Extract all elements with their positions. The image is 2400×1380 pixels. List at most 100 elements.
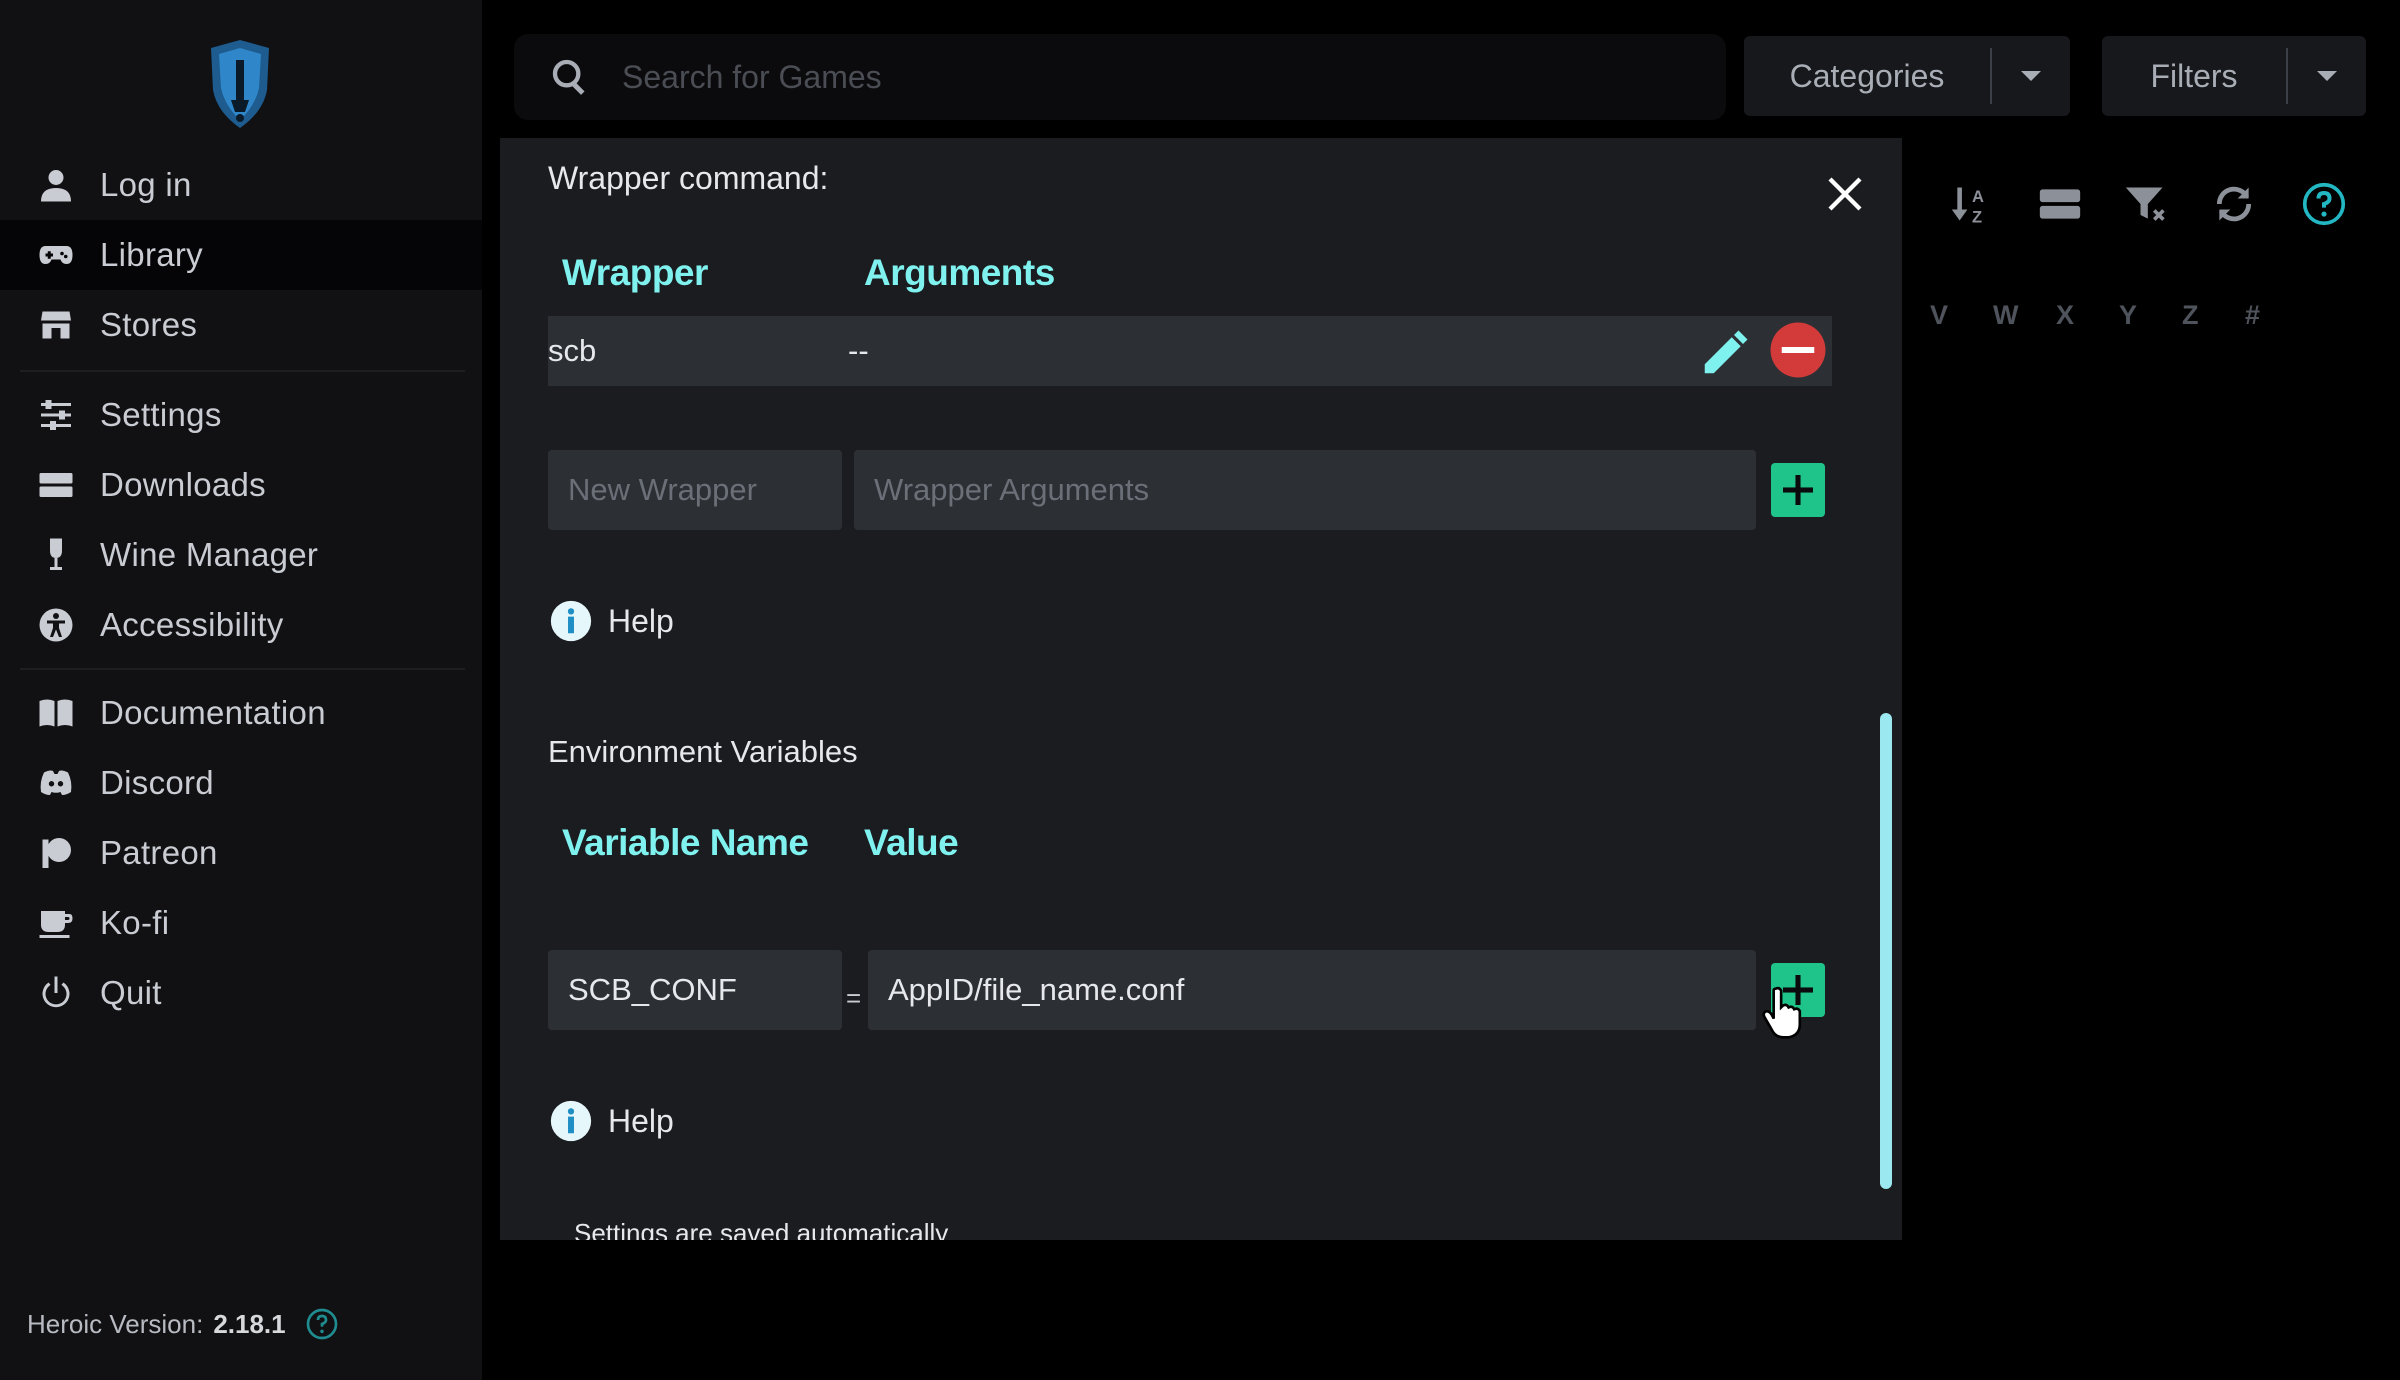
categories-dropdown[interactable]: Categories xyxy=(1744,36,2070,116)
sidebar-item-label: Accessibility xyxy=(100,606,284,643)
plus-icon xyxy=(1783,475,1813,505)
nav-group-account: Log in Library Stores xyxy=(0,150,482,360)
sidebar: Log in Library Stores Settings Downloads… xyxy=(0,0,482,1380)
letter-filter[interactable]: Y xyxy=(2119,300,2182,331)
chevron-down-icon[interactable] xyxy=(1992,71,2070,81)
nav-group-community: Documentation Discord Patreon Ko-fi Quit xyxy=(0,678,482,1028)
wine-icon xyxy=(36,535,76,575)
add-wrapper-button[interactable] xyxy=(1771,463,1825,517)
env-variables-heading: Environment Variables xyxy=(548,734,858,769)
search-icon xyxy=(552,59,585,95)
svg-text:Z: Z xyxy=(1972,208,1982,226)
arguments-column-header: Arguments xyxy=(864,252,1055,293)
table-row: scb -- xyxy=(548,316,1832,386)
env-help-link[interactable]: Help xyxy=(550,1100,674,1142)
env-variable-value-input[interactable] xyxy=(868,950,1756,1030)
coffee-icon xyxy=(36,903,76,943)
divider xyxy=(20,370,465,372)
app-window: Log in Library Stores Settings Downloads… xyxy=(0,0,2400,1380)
sliders-icon xyxy=(36,395,76,435)
wrapper-cell: scb xyxy=(548,333,597,368)
sidebar-item-label: Downloads xyxy=(100,466,266,503)
version-label: Heroic Version: xyxy=(27,1308,204,1339)
list-view-icon[interactable] xyxy=(2038,182,2082,226)
variable-name-column-header: Variable Name xyxy=(562,822,809,863)
sidebar-item-wine-manager[interactable]: Wine Manager xyxy=(0,520,482,590)
sidebar-item-label: Library xyxy=(100,236,203,273)
filters-dropdown[interactable]: Filters xyxy=(2102,36,2366,116)
info-icon xyxy=(550,1100,592,1142)
hand-cursor-icon xyxy=(1762,986,1802,1039)
letter-filter[interactable]: Z xyxy=(2182,300,2245,331)
sidebar-item-label: Documentation xyxy=(100,694,326,731)
wrapper-arguments-input[interactable] xyxy=(854,450,1756,530)
close-icon[interactable] xyxy=(1825,174,1865,214)
nav-group-app: Settings Downloads Wine Manager Accessib… xyxy=(0,380,482,660)
equals-sign: = xyxy=(846,983,862,1013)
wrapper-help-link[interactable]: Help xyxy=(550,600,674,642)
downloads-icon xyxy=(36,465,76,505)
sidebar-item-label: Quit xyxy=(100,974,162,1011)
patreon-icon xyxy=(36,833,76,873)
sidebar-item-patreon[interactable]: Patreon xyxy=(0,818,482,888)
power-icon xyxy=(36,973,76,1013)
version-info: Heroic Version: 2.18.1 xyxy=(27,1308,338,1340)
version-number: 2.18.1 xyxy=(213,1308,286,1339)
letter-filter[interactable]: X xyxy=(2056,300,2119,331)
info-icon xyxy=(550,600,592,642)
wrapper-heading: Wrapper command: xyxy=(548,160,829,196)
new-wrapper-input[interactable] xyxy=(548,450,842,530)
letter-filter[interactable]: W xyxy=(1993,300,2056,331)
help-icon[interactable] xyxy=(2302,182,2346,226)
sidebar-item-settings[interactable]: Settings xyxy=(0,380,482,450)
env-variable-name-input[interactable] xyxy=(548,950,842,1030)
sidebar-item-downloads[interactable]: Downloads xyxy=(0,450,482,520)
wrapper-column-header: Wrapper xyxy=(562,252,708,293)
sidebar-item-ko-fi[interactable]: Ko-fi xyxy=(0,888,482,958)
value-column-header: Value xyxy=(864,822,959,863)
divider xyxy=(20,668,465,670)
sidebar-item-documentation[interactable]: Documentation xyxy=(0,678,482,748)
remove-circle-icon[interactable] xyxy=(1768,320,1828,380)
autosave-note: Settings are saved automatically xyxy=(574,1218,949,1240)
svg-text:A: A xyxy=(1972,188,1984,206)
search-input[interactable] xyxy=(622,58,1672,96)
chevron-down-icon[interactable] xyxy=(2288,71,2366,81)
sidebar-item-login[interactable]: Log in xyxy=(0,150,482,220)
search-bar xyxy=(514,34,1726,120)
help-circle-icon[interactable] xyxy=(306,1308,338,1340)
sidebar-item-label: Discord xyxy=(100,764,214,801)
filters-label: Filters xyxy=(2150,57,2238,94)
store-icon xyxy=(36,305,76,345)
sidebar-item-label: Patreon xyxy=(100,834,218,871)
user-icon xyxy=(36,165,76,205)
discord-icon xyxy=(36,763,76,803)
accessibility-icon xyxy=(36,605,76,645)
book-icon xyxy=(36,693,76,733)
gamepad-icon xyxy=(36,235,76,275)
sidebar-item-quit[interactable]: Quit xyxy=(0,958,482,1028)
letter-filter[interactable]: # xyxy=(2245,300,2308,331)
sidebar-item-library[interactable]: Library xyxy=(0,220,482,290)
help-label: Help xyxy=(608,602,674,639)
filter-clear-icon[interactable] xyxy=(2124,182,2168,226)
sidebar-item-label: Settings xyxy=(100,396,222,433)
alphabet-filter: V W X Y Z # xyxy=(1930,300,2308,331)
sidebar-item-label: Ko-fi xyxy=(100,904,170,941)
sidebar-item-discord[interactable]: Discord xyxy=(0,748,482,818)
sidebar-item-label: Wine Manager xyxy=(100,536,319,573)
sidebar-item-accessibility[interactable]: Accessibility xyxy=(0,590,482,660)
sort-alpha-icon[interactable]: A Z xyxy=(1950,182,1994,226)
pencil-icon[interactable] xyxy=(1698,326,1752,380)
arguments-cell: -- xyxy=(848,333,869,368)
letter-filter[interactable]: V xyxy=(1930,300,1993,331)
sidebar-item-stores[interactable]: Stores xyxy=(0,290,482,360)
heroic-logo[interactable] xyxy=(205,38,275,130)
sidebar-item-label: Log in xyxy=(100,166,192,203)
categories-label: Categories xyxy=(1789,57,1945,94)
dialog-scrollbar[interactable] xyxy=(1880,713,1892,1189)
help-label: Help xyxy=(608,1102,674,1139)
refresh-icon[interactable] xyxy=(2212,182,2256,226)
sidebar-item-label: Stores xyxy=(100,306,198,343)
game-settings-dialog: Wrapper command: Wrapper Arguments scb -… xyxy=(500,138,1902,1240)
